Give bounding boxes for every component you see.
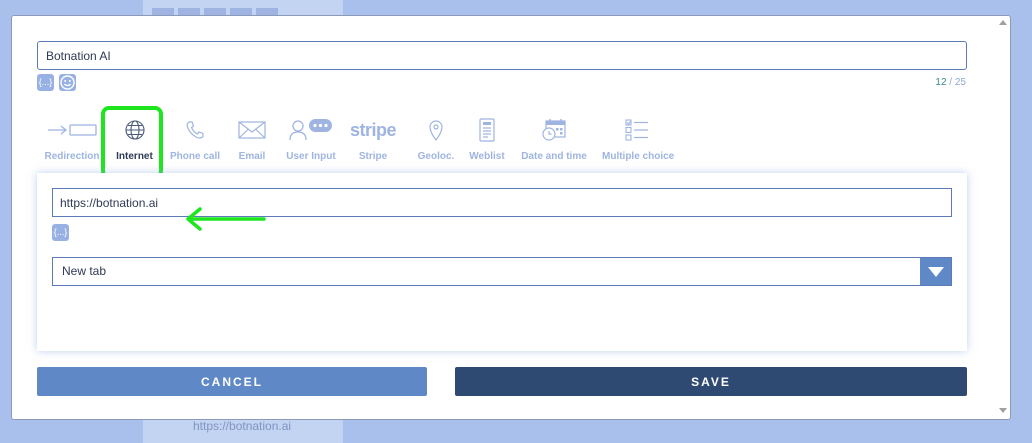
envelope-icon	[238, 117, 266, 143]
action-multiple-choice[interactable]: Multiple choice	[602, 111, 675, 171]
scroll-down-icon[interactable]	[999, 408, 1007, 413]
action-stripe[interactable]: stripe Stripe	[349, 111, 397, 171]
action-label: Date and time	[521, 151, 587, 162]
action-label: Stripe	[358, 151, 388, 162]
action-modal: {...} 12 / 25 Redirection	[11, 15, 1011, 420]
stripe-logo: stripe	[349, 117, 397, 143]
action-label: User Input	[286, 151, 336, 162]
annotation-highlight-box	[101, 106, 163, 179]
phone-icon	[184, 117, 206, 143]
url-insert-variable-button[interactable]: {...}	[52, 224, 69, 241]
cancel-button[interactable]: CANCEL	[37, 367, 427, 396]
open-target-value: New tab	[62, 264, 107, 278]
action-weblist[interactable]: Weblist	[467, 111, 507, 171]
open-target-select[interactable]: New tab	[52, 257, 952, 286]
user-input-icon	[288, 117, 334, 143]
calendar-clock-icon	[541, 117, 567, 143]
save-button[interactable]: SAVE	[455, 367, 967, 396]
title-input[interactable]	[37, 41, 967, 70]
action-label: Multiple choice	[602, 151, 675, 162]
insert-variable-button[interactable]: {...}	[37, 74, 54, 91]
action-date-time[interactable]: Date and time	[521, 111, 587, 171]
action-user-input[interactable]: User Input	[282, 111, 340, 171]
action-label: Weblist	[469, 151, 505, 162]
stripe-logo-text: stripe	[349, 119, 397, 140]
weblist-icon	[478, 117, 496, 143]
background-url-text: https://botnation.ai	[193, 419, 292, 433]
internet-settings-panel: {...} New tab	[37, 173, 967, 351]
action-label: Redirection	[44, 151, 100, 162]
chevron-down-icon[interactable]	[920, 258, 951, 285]
action-phone-call[interactable]: Phone call	[170, 111, 220, 171]
location-pin-icon	[428, 117, 444, 143]
checklist-icon	[625, 117, 649, 143]
action-label: Phone call	[170, 151, 221, 162]
action-redirection[interactable]: Redirection	[37, 111, 107, 171]
emoji-icon	[60, 75, 75, 90]
action-email[interactable]: Email	[232, 111, 272, 171]
character-counter: 12 / 25	[935, 77, 966, 88]
counter-separator: /	[946, 77, 955, 88]
modal-scrollbar[interactable]	[996, 16, 1010, 419]
action-label: Email	[238, 151, 266, 162]
emoji-button[interactable]	[59, 74, 76, 91]
action-label: Geoloc.	[417, 151, 455, 162]
counter-current: 12	[935, 77, 947, 88]
action-geoloc[interactable]: Geoloc.	[414, 111, 458, 171]
redirect-arrow-icon	[46, 117, 98, 143]
counter-max: 25	[954, 77, 966, 88]
scroll-up-icon[interactable]	[999, 20, 1007, 25]
annotation-arrow-icon	[186, 207, 266, 231]
